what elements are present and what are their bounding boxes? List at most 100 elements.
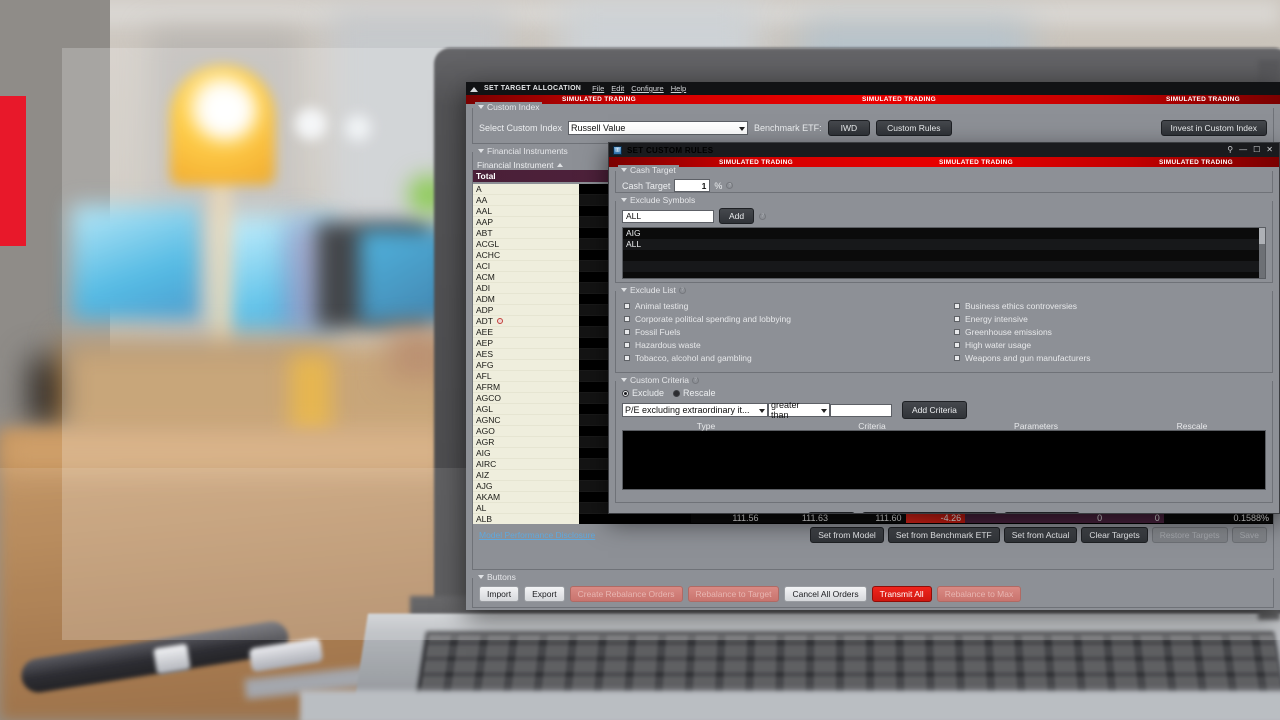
checkbox-icon[interactable] <box>954 315 960 322</box>
list-item[interactable]: AEP <box>473 338 579 349</box>
list-item[interactable]: AES <box>473 349 579 360</box>
list-item[interactable]: ACM <box>473 272 579 283</box>
exclude-option-right-0[interactable]: Business ethics controversies <box>954 299 1272 312</box>
exclude-symbol-input[interactable]: ALL <box>622 209 714 223</box>
help-icon[interactable]: ? <box>726 182 734 189</box>
list-item[interactable]: AA <box>473 195 579 206</box>
exclude-option-left-3[interactable]: Hazardous waste <box>624 338 954 351</box>
financial-instruments-group-header[interactable]: Financial Instruments <box>475 146 571 156</box>
list-item[interactable]: ADT <box>473 316 579 327</box>
list-item[interactable]: AIG <box>623 228 1265 239</box>
transmit-all-button[interactable]: Transmit All <box>871 586 932 602</box>
exclude-option-left-4[interactable]: Tobacco, alcohol and gambling <box>624 351 954 364</box>
list-item[interactable]: ACHC <box>473 250 579 261</box>
list-item[interactable]: AIG <box>473 448 579 459</box>
list-item[interactable]: AEE <box>473 327 579 338</box>
exclude-symbols-group-header[interactable]: Exclude Symbols <box>618 195 699 205</box>
excluded-symbols-scrollbar[interactable] <box>1259 228 1265 278</box>
buttons-group-header[interactable]: Buttons <box>475 572 519 582</box>
close-icon[interactable]: ✕ <box>1266 146 1273 154</box>
checkbox-icon[interactable] <box>954 354 960 361</box>
export-button[interactable]: Export <box>524 586 565 602</box>
exclude-radio[interactable] <box>622 389 629 397</box>
list-item[interactable]: AIZ <box>473 470 579 481</box>
list-item[interactable]: ALB <box>473 514 579 524</box>
set-from-actual-button[interactable]: Set from Actual <box>1003 527 1078 543</box>
import-button[interactable]: Import <box>479 586 520 602</box>
custom-criteria-group-header[interactable]: Custom Criteria ? <box>618 375 703 385</box>
cash-target-input[interactable]: 1 <box>674 179 711 192</box>
help-icon[interactable]: ? <box>678 286 686 294</box>
menu-help[interactable]: Help <box>671 84 686 93</box>
list-item[interactable]: AGCO <box>473 393 579 404</box>
benchmark-etf-button[interactable]: IWD <box>827 120 871 136</box>
list-item[interactable]: ALL <box>623 239 1265 250</box>
list-item[interactable]: AJG <box>473 481 579 492</box>
list-item[interactable]: ADM <box>473 294 579 305</box>
checkbox-icon[interactable] <box>624 315 630 322</box>
exclude-option-left-0[interactable]: Animal testing <box>624 299 954 312</box>
list-item[interactable]: ACGL <box>473 239 579 250</box>
list-item[interactable]: AGL <box>473 404 579 415</box>
list-item[interactable]: AIRC <box>473 459 579 470</box>
clear-targets-button[interactable]: Clear Targets <box>1081 527 1148 543</box>
cash-target-group-header[interactable]: Cash Target <box>618 165 679 175</box>
excluded-symbols-list[interactable]: AIG ALL <box>622 227 1266 279</box>
checkbox-icon[interactable] <box>624 302 630 309</box>
list-item[interactable]: AAP <box>473 217 579 228</box>
criteria-operator-select[interactable]: greater than <box>768 400 830 420</box>
criteria-type-select[interactable]: P/E excluding extraordinary it... <box>622 403 768 417</box>
list-item[interactable]: AFRM <box>473 382 579 393</box>
checkbox-icon[interactable] <box>954 328 960 335</box>
checkbox-icon[interactable] <box>954 341 960 348</box>
exclude-option-right-3[interactable]: High water usage <box>954 338 1272 351</box>
list-item[interactable]: AKAM <box>473 492 579 503</box>
list-item[interactable]: AFL <box>473 371 579 382</box>
add-symbol-button[interactable]: Add <box>719 208 755 224</box>
cancel-all-orders-button[interactable]: Cancel All Orders <box>784 586 867 602</box>
checkbox-icon[interactable] <box>624 354 630 361</box>
list-item[interactable]: ADP <box>473 305 579 316</box>
custom-rules-button[interactable]: Custom Rules <box>876 120 952 136</box>
model-performance-disclosure-link[interactable]: Model Performance Disclosure <box>479 530 595 540</box>
list-item[interactable]: AL <box>473 503 579 514</box>
list-item[interactable]: ACI <box>473 261 579 272</box>
invest-in-custom-index-button[interactable]: Invest in Custom Index <box>1160 120 1267 136</box>
minimize-icon[interactable]: — <box>1239 146 1247 154</box>
list-item[interactable]: AAL <box>473 206 579 217</box>
exclude-option-left-2[interactable]: Fossil Fuels <box>624 325 954 338</box>
save-and-apply-custom-rules-button[interactable]: Save and Apply Custom Rules <box>861 512 997 513</box>
list-item[interactable]: AGR <box>473 437 579 448</box>
cancel-button[interactable]: Cancel <box>808 512 855 513</box>
list-item[interactable]: ABT <box>473 228 579 239</box>
help-icon[interactable]: ? <box>692 376 700 384</box>
list-item[interactable]: AGO <box>473 426 579 437</box>
menu-edit[interactable]: Edit <box>611 84 624 93</box>
list-item[interactable] <box>623 272 1265 278</box>
checkbox-icon[interactable] <box>624 341 630 348</box>
criteria-table-body[interactable] <box>622 430 1266 490</box>
set-from-benchmark-etf-button[interactable]: Set from Benchmark ETF <box>887 527 1000 543</box>
list-item[interactable]: A <box>473 184 579 195</box>
menu-configure[interactable]: Configure <box>631 84 664 93</box>
rescale-radio[interactable] <box>673 389 681 397</box>
exclude-option-right-1[interactable]: Energy intensive <box>954 312 1272 325</box>
exclude-list-group-header[interactable]: Exclude List ? <box>618 285 689 295</box>
checkbox-icon[interactable] <box>954 302 960 309</box>
exclude-option-left-1[interactable]: Corporate political spending and lobbyin… <box>624 312 954 325</box>
list-item[interactable] <box>623 261 1265 272</box>
checkbox-icon[interactable] <box>624 328 630 335</box>
search-icon[interactable]: ⚲ <box>1227 146 1233 154</box>
maximize-icon[interactable]: ☐ <box>1253 146 1260 154</box>
symbol-column[interactable]: A AA AAL AAP ABT ACGL ACHC ACI ACM ADI ADM ADP ADT AE… <box>473 184 579 524</box>
list-item[interactable]: AGNC <box>473 415 579 426</box>
criteria-value-input[interactable] <box>830 403 892 417</box>
set-from-model-button[interactable]: Set from Model <box>810 527 884 543</box>
exclude-option-right-4[interactable]: Weapons and gun manufacturers <box>954 351 1272 364</box>
add-criteria-button[interactable]: Add Criteria <box>902 401 967 419</box>
list-item[interactable]: AFG <box>473 360 579 371</box>
menu-file[interactable]: File <box>592 84 604 93</box>
help-icon[interactable]: ? <box>759 212 767 220</box>
list-item[interactable]: ADI <box>473 283 579 294</box>
clear-all-rules-button[interactable]: Clear All Rules <box>1003 512 1080 513</box>
